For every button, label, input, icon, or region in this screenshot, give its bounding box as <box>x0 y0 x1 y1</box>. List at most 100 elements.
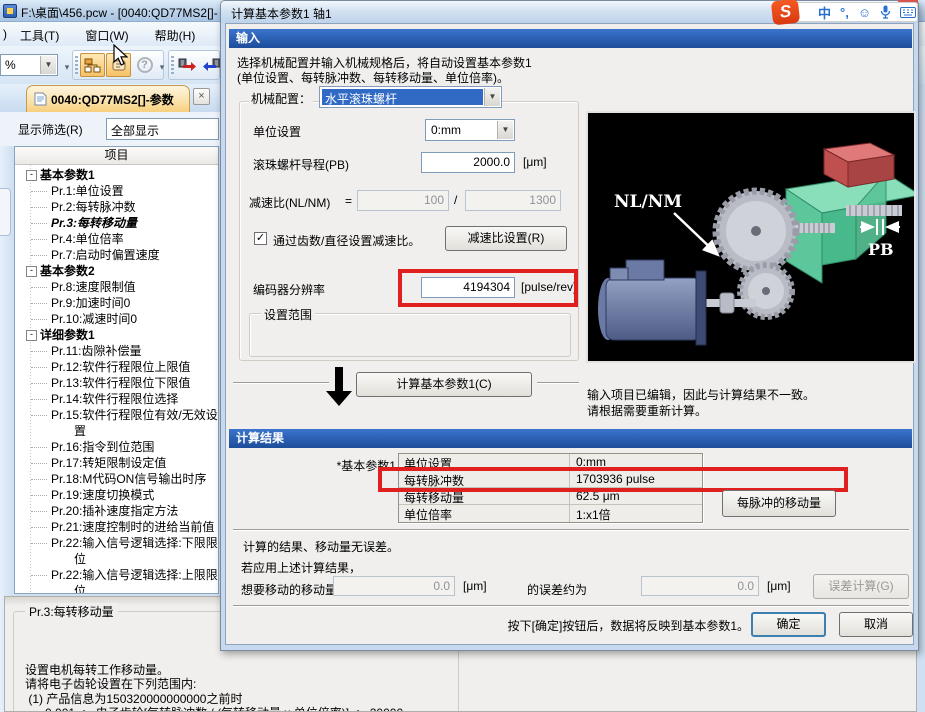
blue-arrow-icon <box>202 58 221 73</box>
tree-item[interactable]: Pr.20:插补速度指定方法 <box>15 503 218 519</box>
docked-panel-grip[interactable] <box>0 188 11 236</box>
encoder-highlight-annotation <box>398 269 578 307</box>
tree-item[interactable]: Pr.10:减速时间0 <box>15 311 218 327</box>
red-arrow-icon <box>178 58 197 73</box>
ime-logo[interactable]: S <box>771 0 800 25</box>
move-amount-input: 0.0 <box>333 576 455 596</box>
notice-line1: 输入项目已编辑，因此与计算结果不一致。 <box>587 386 815 403</box>
chevron-down-icon[interactable]: ▼ <box>497 121 513 139</box>
cancel-button[interactable]: 取消 <box>839 612 913 637</box>
ime-punct-toggle[interactable]: °, <box>840 5 849 20</box>
display-filter-combo[interactable]: 全部显示 <box>106 118 219 140</box>
tree-item[interactable]: Pr.11:齿隙补偿量 <box>15 343 218 359</box>
chevron-down-icon[interactable]: ▼ <box>40 56 56 74</box>
tree-item[interactable]: Pr.21:速度控制时的进给当前值 <box>15 519 218 535</box>
toolbar-grip[interactable] <box>75 56 78 76</box>
window-title: F:\桌面\456.pcw - [0040:QD77MS2[]- <box>21 4 218 21</box>
parameter-tree-panel: 项目 基本参数1Pr.1:单位设置Pr.2:每转脉冲数Pr.3:每转移动量Pr.… <box>14 146 219 594</box>
ime-emoji-icon[interactable]: ☺ <box>858 5 871 20</box>
lead-label: 滚珠螺杆导程(PB) <box>253 156 349 173</box>
down-arrow-icon <box>326 391 352 406</box>
tree-item[interactable]: Pr.4:单位倍率 <box>15 231 218 247</box>
calc-basic-params-button[interactable]: 计算基本参数1(C) <box>356 372 532 397</box>
toolbar-grip[interactable] <box>171 56 174 76</box>
tree-item[interactable]: Pr.14:软件行程限位选择 <box>15 391 218 407</box>
menu-items: 工具(T) 窗口(W) 帮助(H) <box>20 27 195 44</box>
tree-item[interactable]: 基本参数1 <box>15 167 218 183</box>
tree-item[interactable]: Pr.16:指令到位范围 <box>15 439 218 455</box>
zoom-combo[interactable]: % ▼ <box>0 54 58 76</box>
menu-fragment[interactable]: ) <box>3 27 7 41</box>
menu-item[interactable]: 窗口(W) <box>85 27 128 44</box>
write-to-plc-button[interactable] <box>175 53 200 77</box>
dialog-title: 计算基本参数1 轴1 <box>231 5 332 22</box>
calc-basic-params-dialog: 计算基本参数1 轴1 输入 选择机械配置并输入机械规格后，将自动设置基本参数1 … <box>220 0 919 651</box>
reduction-label: 减速比(NL/NM) <box>249 194 330 211</box>
tab-close-button[interactable]: × <box>193 88 210 105</box>
document-tab-bar: 0040:QD77MS2[]-参数 × <box>0 84 220 112</box>
tree-item[interactable]: Pr.19:速度切换模式 <box>15 487 218 503</box>
tree-item[interactable]: Pr.3:每转移动量 <box>15 215 218 231</box>
divider <box>537 382 579 384</box>
tree-item[interactable]: Pr.12:软件行程限位上限值 <box>15 359 218 375</box>
tree-item[interactable]: Pr.9:加速时间0 <box>15 295 218 311</box>
apply-text: 若应用上述计算结果， <box>241 559 361 576</box>
ok-button[interactable]: 确定 <box>751 612 826 637</box>
mouse-cursor <box>112 44 132 66</box>
param-value-cell: 1:x1倍 <box>570 505 702 522</box>
help-button[interactable]: ? <box>132 53 157 77</box>
result-section-header: 计算结果 <box>229 429 912 448</box>
ime-toolbar: 中 °, ☺ <box>787 2 918 22</box>
description-line: (1) 产品信息为150320000000000之前时 <box>25 692 455 707</box>
reduction-setting-button[interactable]: 减速比设置(R) <box>445 226 567 251</box>
menu-item[interactable]: 帮助(H) <box>155 27 196 44</box>
input-section-header: 输入 <box>229 29 912 48</box>
tree-item[interactable]: Pr.2:每转脉冲数 <box>15 199 218 215</box>
down-arrow-icon <box>335 367 343 393</box>
tree-item[interactable]: 详细参数1 <box>15 327 218 343</box>
tree-item[interactable]: Pr.7:启动时偏置速度 <box>15 247 218 263</box>
tree-item[interactable]: Pr.1:单位设置 <box>15 183 218 199</box>
display-filter-row: 显示筛选(R) 全部显示 <box>0 112 220 146</box>
tree-item[interactable]: Pr.22:输入信号逻辑选择:下限限位 <box>15 535 219 567</box>
unit-setting-combo[interactable]: 0:mm ▼ <box>425 119 515 141</box>
intro-line2: (单位设置、每转脉冲数、每转移动量、单位倍率)。 <box>237 69 509 86</box>
description-line: 请将电子齿轮设置在下列范围内: <box>25 677 455 692</box>
tree-item[interactable]: Pr.22:输入信号逻辑选择:上限限位 <box>15 567 219 594</box>
tree-item[interactable]: 基本参数2 <box>15 263 218 279</box>
tab-parameter[interactable]: 0040:QD77MS2[]-参数 <box>26 85 190 112</box>
lead-input[interactable]: 2000.0 <box>421 152 515 173</box>
gear-ratio-checkbox[interactable]: ✓ <box>254 232 267 245</box>
project-tree-button[interactable] <box>80 53 105 77</box>
menu-item[interactable]: 工具(T) <box>20 27 59 44</box>
error-amount-input: 0.0 <box>641 576 759 596</box>
tree-rows: 基本参数1Pr.1:单位设置Pr.2:每转脉冲数Pr.3:每转移动量Pr.4:单… <box>15 165 218 594</box>
range-legend: 设置范围 <box>261 306 315 323</box>
toolbar-overflow-icon[interactable]: ▾ <box>156 62 168 76</box>
tree-icon <box>84 58 101 73</box>
divider <box>233 529 909 531</box>
machine-illustration: NL/NM PB <box>586 111 916 363</box>
lead-image-label: PB <box>868 240 894 259</box>
tree-item[interactable]: Pr.17:转矩限制设定值 <box>15 455 218 471</box>
tree-item[interactable]: Pr.18:M代码ON信号输出时序 <box>15 471 218 487</box>
tree-item[interactable]: Pr.13:软件行程限位下限值 <box>15 375 218 391</box>
tree-item[interactable]: Pr.8:速度限制值 <box>15 279 218 295</box>
error-approx-label: 的误差约为 <box>527 581 587 598</box>
description-legend: Pr.3:每转移动量 <box>25 603 118 620</box>
microphone-icon[interactable] <box>880 5 891 19</box>
tree-item[interactable]: Pr.15:软件行程限位有效/无效设置 <box>15 407 219 439</box>
description-line: 设置电机每转工作移动量。 <box>25 663 455 678</box>
gear-ratio-label: NL/NM <box>614 192 682 212</box>
machine-config-combo[interactable]: 水平滚珠螺杆 ▼ <box>319 86 502 108</box>
tab-label: 0040:QD77MS2[]-参数 <box>51 91 174 108</box>
gear-ratio-checkbox-label[interactable]: 通过齿数/直径设置减速比。 <box>273 232 420 249</box>
reduction-equals: = <box>345 194 352 208</box>
per-pulse-movement-button[interactable]: 每脉冲的移动量 <box>722 490 836 517</box>
question-icon: ? <box>137 57 153 73</box>
error-calc-button: 误差计算(G) <box>813 574 909 599</box>
pulses-highlight-annotation <box>378 467 848 492</box>
keyboard-icon[interactable] <box>900 7 916 18</box>
ime-lang-toggle[interactable]: 中 <box>818 3 831 22</box>
chevron-down-icon[interactable]: ▼ <box>484 88 500 106</box>
